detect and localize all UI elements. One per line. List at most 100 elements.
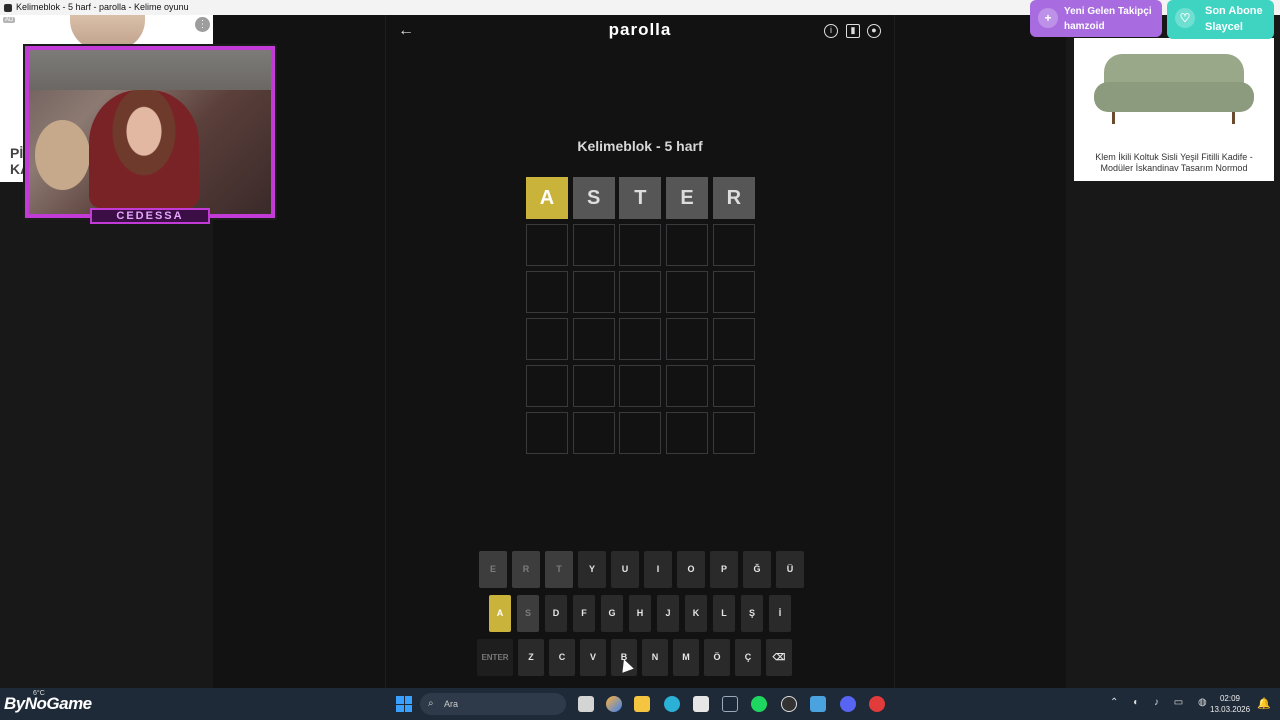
webcam-name-label: CEDESSA xyxy=(90,208,210,224)
key-j[interactable]: J xyxy=(657,595,679,632)
teddy-bear xyxy=(35,120,90,190)
key-ö[interactable]: Ö xyxy=(704,639,730,676)
board-tile xyxy=(572,224,615,266)
photos-icon[interactable] xyxy=(810,696,826,712)
board-tile: R xyxy=(712,177,755,219)
board-tile xyxy=(619,365,662,407)
alert-username: Slaycel xyxy=(1205,21,1243,33)
key-z[interactable]: Z xyxy=(518,639,544,676)
taskbar-clock[interactable]: 02:09 13.03.2026 xyxy=(1210,693,1250,715)
backspace-icon[interactable]: ⌫ xyxy=(766,639,792,676)
app-icon[interactable] xyxy=(869,696,885,712)
board-tile xyxy=(572,318,615,360)
board-tile xyxy=(619,224,662,266)
ad-caption[interactable]: Klem İkili Koltuk Sisli Yeşil Fitilli Ka… xyxy=(1080,152,1268,174)
file-explorer-icon[interactable] xyxy=(634,696,650,712)
taskbar-search-input[interactable]: ⌕ Ara xyxy=(420,693,566,715)
copilot-icon[interactable] xyxy=(606,696,622,712)
key-r[interactable]: R xyxy=(512,551,540,588)
board-tile xyxy=(526,271,568,313)
key-i[interactable]: I xyxy=(644,551,672,588)
board-tile xyxy=(666,412,709,454)
right-advertisement[interactable]: Klem İkili Koltuk Sisli Yeşil Fitilli Ka… xyxy=(1074,38,1274,181)
key-o[interactable]: O xyxy=(677,551,705,588)
board-tile xyxy=(666,224,709,266)
key-i̇[interactable]: İ xyxy=(769,595,791,632)
clock-date: 13.03.2026 xyxy=(1210,705,1251,714)
edge-icon[interactable] xyxy=(664,696,680,712)
key-p[interactable]: P xyxy=(710,551,738,588)
taskbar: ByNoGame 6°C ⌕ Ara ⌃ ◐ ♪ ▭ ◍ 02:09 13.03… xyxy=(0,688,1280,720)
key-ş[interactable]: Ş xyxy=(741,595,763,632)
site-favicon-icon xyxy=(4,3,12,12)
ad-badge: AD xyxy=(3,17,16,23)
store-icon[interactable] xyxy=(693,696,709,712)
key-f[interactable]: F xyxy=(573,595,595,632)
key-y[interactable]: Y xyxy=(578,551,606,588)
enter-key[interactable]: ENTER xyxy=(477,639,513,676)
board-tile: E xyxy=(666,177,709,219)
board-tile xyxy=(712,224,755,266)
ad-image xyxy=(70,15,145,50)
windows-start-icon[interactable] xyxy=(396,696,412,712)
key-ç[interactable]: Ç xyxy=(735,639,761,676)
key-a[interactable]: A xyxy=(489,595,511,632)
heart-icon: ♡ xyxy=(1175,8,1195,28)
notification-icon[interactable]: 🔔 xyxy=(1257,697,1271,710)
key-c[interactable]: C xyxy=(549,639,575,676)
board-tile xyxy=(526,224,568,266)
key-t[interactable]: T xyxy=(545,551,573,588)
board-tile xyxy=(666,271,709,313)
board-row xyxy=(526,365,756,407)
spotify-icon[interactable] xyxy=(751,696,767,712)
board-tile xyxy=(619,412,662,454)
clock-time: 02:09 xyxy=(1219,694,1241,703)
window-title: Kelimeblok - 5 harf - parolla - Kelime o… xyxy=(16,2,189,12)
board-tile xyxy=(712,365,755,407)
key-k[interactable]: K xyxy=(685,595,707,632)
board-row xyxy=(526,224,756,266)
board-tile: A xyxy=(526,177,568,219)
key-l[interactable]: L xyxy=(713,595,735,632)
back-arrow-icon[interactable]: ← xyxy=(397,22,415,40)
brand-logo: ByNoGame xyxy=(4,694,92,713)
weather-widget[interactable]: 6°C xyxy=(33,690,45,697)
task-view-icon[interactable] xyxy=(578,696,594,712)
key-g[interactable]: G xyxy=(601,595,623,632)
webcam-background xyxy=(29,50,271,90)
board-tile xyxy=(712,271,755,313)
last-subscriber-alert: ♡ Son Abone Slaycel xyxy=(1167,0,1274,39)
key-v[interactable]: V xyxy=(580,639,606,676)
board-row xyxy=(526,271,756,313)
key-u[interactable]: U xyxy=(611,551,639,588)
board-tile: S xyxy=(572,177,615,219)
info-icon[interactable]: i xyxy=(824,24,838,38)
key-e[interactable]: E xyxy=(479,551,507,588)
board-tile xyxy=(712,318,755,360)
app-title[interactable]: parolla xyxy=(560,20,720,40)
board-tile xyxy=(666,318,709,360)
board-tile xyxy=(526,318,568,360)
key-n[interactable]: N xyxy=(642,639,668,676)
stats-icon[interactable]: ▮ xyxy=(846,24,860,38)
ad-menu-icon[interactable]: ⋮ xyxy=(195,17,210,32)
discord-icon[interactable] xyxy=(840,696,856,712)
board-tile xyxy=(619,318,662,360)
key-m[interactable]: M xyxy=(673,639,699,676)
alert-title: Son Abone xyxy=(1205,5,1263,17)
key-s[interactable]: S xyxy=(517,595,539,632)
key-d[interactable]: D xyxy=(545,595,567,632)
search-icon: ⌕ xyxy=(428,698,434,709)
alert-title: Yeni Gelen Takipçi xyxy=(1064,6,1152,17)
steam-icon[interactable] xyxy=(722,696,738,712)
obs-icon[interactable] xyxy=(781,696,797,712)
system-tray[interactable]: ⌃ ◐ ♪ ▭ ◍ xyxy=(1110,697,1213,708)
new-follower-alert: + Yeni Gelen Takipçi hamzoid xyxy=(1030,0,1162,37)
alert-username: hamzoid xyxy=(1064,21,1105,32)
board-row: ASTER xyxy=(526,177,756,219)
board-tile xyxy=(572,412,615,454)
key-ü[interactable]: Ü xyxy=(776,551,804,588)
key-h[interactable]: H xyxy=(629,595,651,632)
key-ğ[interactable]: Ğ xyxy=(743,551,771,588)
profile-icon[interactable]: ● xyxy=(867,24,881,38)
